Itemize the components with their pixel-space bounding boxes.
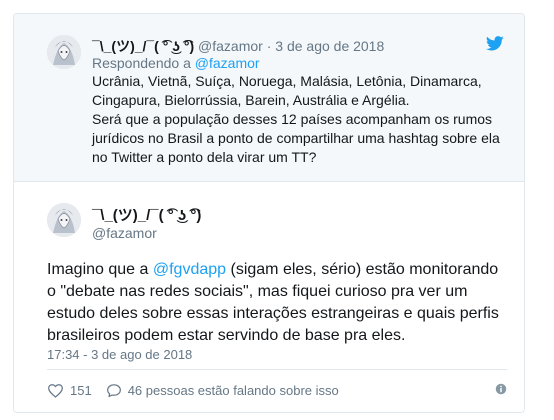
- avatar-image: [47, 203, 81, 237]
- mention-link[interactable]: @fgvdapp: [153, 261, 226, 278]
- tweet-date[interactable]: 3 de ago de 2018: [275, 38, 384, 54]
- parent-tweet-text: Ucrânia, Vietnã, Suíça, Noruega, Malásia…: [92, 72, 512, 167]
- reply-context: Respondendo a @fazamor: [92, 55, 260, 71]
- parent-tweet[interactable]: ¯\_(ツ)_/¯( ͡° ͜ʖ ͡°) @fazamor · 3 de ago…: [14, 14, 524, 182]
- avatar[interactable]: [47, 203, 81, 237]
- conversation-link[interactable]: 46 pessoas estão falando sobre isso: [106, 383, 339, 398]
- text-line: estudo deles sobre essas interações estr…: [47, 305, 499, 322]
- display-name[interactable]: ¯\_(ツ)_/¯( ͡° ͜ʖ ͡°): [92, 38, 194, 54]
- text-segment: (sigam eles, sério) estão monitorando: [226, 261, 499, 278]
- avatar[interactable]: [47, 35, 81, 69]
- tweet-timestamp[interactable]: 17:34 - 3 de ago de 2018: [47, 347, 192, 362]
- tweet-actions: 151 46 pessoas estão falando sobre isso: [47, 380, 353, 400]
- text-line: Será que a população desses 12 países ac…: [92, 111, 493, 127]
- text-line: brasileiros podem estar servindo de base…: [47, 327, 406, 344]
- reply-handle-link[interactable]: @fazamor: [195, 55, 260, 71]
- text-line: o "debate nas redes sociais", mas fiquei…: [47, 283, 468, 300]
- text-line: no Twitter a ponto dela virar um TT?: [92, 149, 317, 165]
- main-tweet-text: Imagino que a @fgvdapp (sigam eles, séri…: [47, 259, 517, 347]
- handle[interactable]: @fazamor: [198, 38, 263, 54]
- like-count: 151: [70, 382, 92, 398]
- text-line: jurídicos no Brasil a ponto de compartil…: [92, 130, 500, 146]
- text-line: Cingapura, Bielorrússia, Barein, Austrál…: [92, 92, 410, 108]
- text-line: Ucrânia, Vietnã, Suíça, Noruega, Malásia…: [92, 73, 482, 89]
- reply-prefix: Respondendo a: [92, 55, 191, 71]
- text-segment: Imagino que a: [47, 261, 153, 278]
- heart-icon: [48, 383, 63, 398]
- speech-bubble-icon: [106, 383, 121, 397]
- conversation-text: 46 pessoas estão falando sobre isso: [127, 382, 339, 398]
- display-name[interactable]: ¯\_(ツ)_/¯( ͡° ͜ʖ ͡°): [92, 204, 201, 225]
- tweet-card: ¯\_(ツ)_/¯( ͡° ͜ʖ ͡°) @fazamor · 3 de ago…: [13, 13, 525, 413]
- parent-tweet-header: ¯\_(ツ)_/¯( ͡° ͜ʖ ͡°) @fazamor · 3 de ago…: [92, 36, 384, 56]
- twitter-bird-icon[interactable]: [485, 36, 504, 56]
- divider: [47, 369, 507, 370]
- like-button[interactable]: 151: [47, 383, 92, 398]
- separator: ·: [266, 38, 272, 54]
- avatar-image: [47, 35, 81, 69]
- handle[interactable]: @fazamor: [92, 225, 157, 241]
- info-icon[interactable]: [495, 382, 507, 400]
